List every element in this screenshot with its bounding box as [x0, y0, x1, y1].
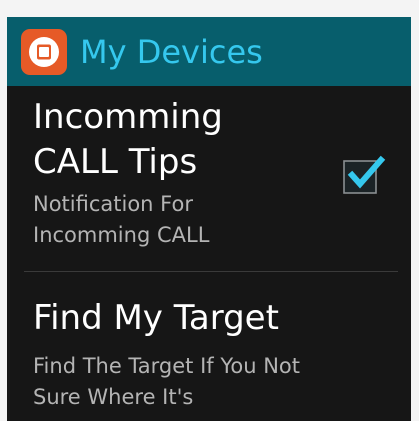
incoming-call-tips-checkbox[interactable]: [340, 149, 388, 197]
item-summary: Notification For Incomming CALL: [33, 189, 323, 251]
item-summary: Find The Target If You Not Sure Where It'…: [33, 351, 393, 413]
item-title: Find My Target: [33, 298, 279, 338]
list-item-find-my-target[interactable]: Find My Target Find The Target If You No…: [7, 272, 411, 421]
item-title-line: Incomming: [33, 97, 223, 137]
item-summary-line: Incomming CALL: [33, 223, 210, 247]
item-summary-line: Find The Target If You Not: [33, 354, 301, 378]
item-summary-line: Sure Where It's: [33, 385, 194, 409]
app-title: My Devices: [80, 33, 263, 71]
item-title: Incomming CALL Tips: [33, 95, 323, 185]
settings-list: Incomming CALL Tips Notification For Incom…: [7, 86, 411, 421]
list-item-incoming-call-tips[interactable]: Incomming CALL Tips Notification For Incom…: [7, 86, 411, 271]
app-screen: My Devices Incomming CALL Tips Notificati…: [7, 17, 411, 421]
item-title-line: CALL Tips: [33, 142, 198, 182]
checkmark-icon: [343, 155, 386, 194]
action-bar: My Devices: [7, 17, 411, 86]
app-icon[interactable]: [21, 29, 67, 75]
watch-icon: [29, 37, 59, 67]
item-summary-line: Notification For: [33, 192, 193, 216]
